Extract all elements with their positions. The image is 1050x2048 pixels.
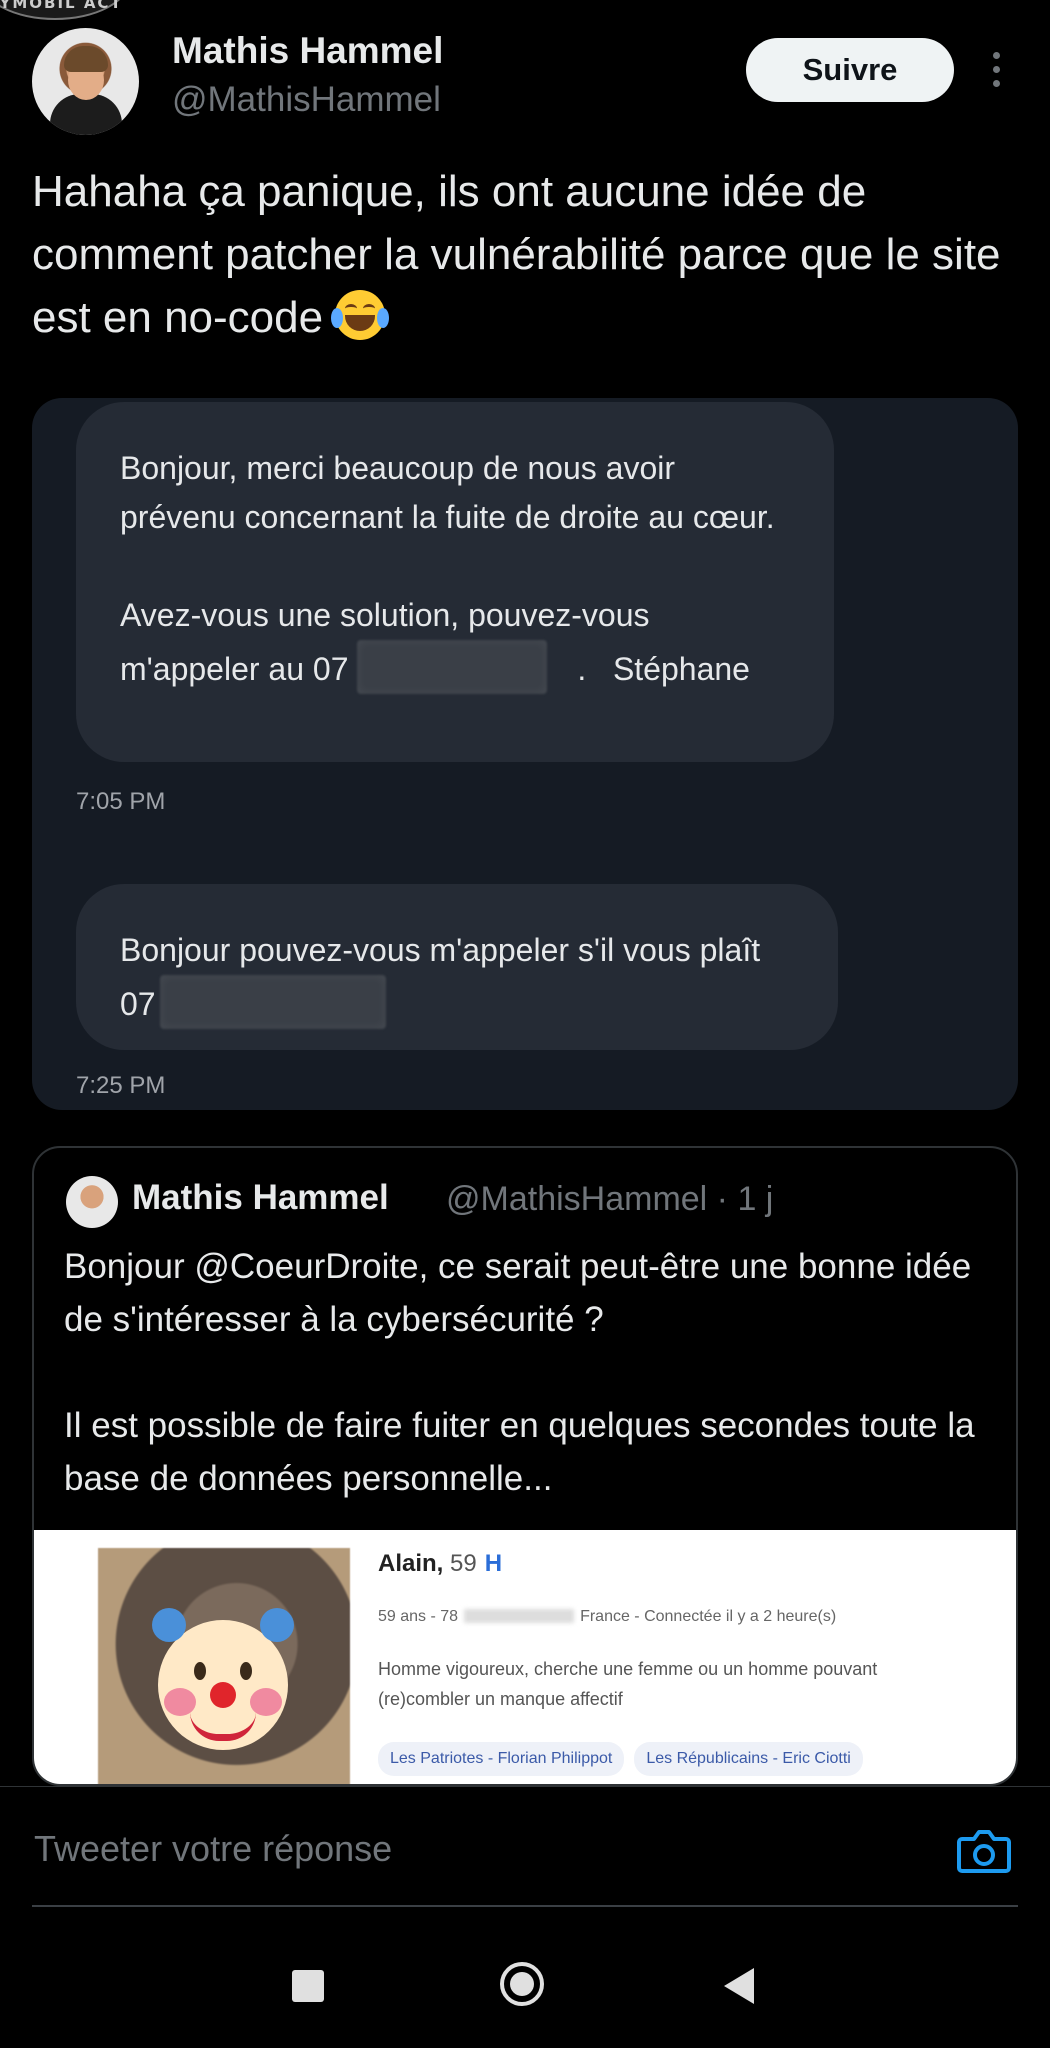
author-name[interactable]: Mathis Hammel xyxy=(172,30,443,72)
author-handle[interactable]: @MathisHammel xyxy=(172,80,441,120)
reply-bar xyxy=(0,1786,1050,1907)
chat-bubble-1: Bonjour, merci beaucoup de nous avoir pr… xyxy=(76,402,834,762)
redacted-phone-2 xyxy=(159,975,386,1029)
reply-input[interactable] xyxy=(32,1823,916,1875)
clown-emoji-icon xyxy=(152,1608,294,1750)
tweet-text: Hahaha ça panique, ils ont aucune idée d… xyxy=(32,160,1022,349)
quote-profile-image[interactable]: Alain, 59 H 59 ans - 78 France - Connectée… xyxy=(34,1530,1016,1784)
quote-meta: @MathisHammel · 1 j xyxy=(446,1180,774,1218)
back-triangle-icon[interactable] xyxy=(724,1968,754,2004)
reply-divider xyxy=(32,1905,1018,1907)
camera-icon[interactable] xyxy=(956,1827,1012,1875)
follow-button[interactable]: Suivre xyxy=(746,38,954,102)
home-circle-icon[interactable] xyxy=(500,1962,544,2006)
chat-bubble-2: Bonjour pouvez-vous m'appeler s'il vous … xyxy=(76,884,838,1050)
tweet-header: Mathis Hammel @MathisHammel Suivre xyxy=(0,0,1050,150)
quote-text: Bonjour @CoeurDroite, ce serait peut-êtr… xyxy=(64,1247,975,1498)
chat-time-2: 7:25 PM xyxy=(76,1072,166,1099)
chat-screenshot-image[interactable]: Bonjour, merci beaucoup de nous avoir pr… xyxy=(32,398,1018,1110)
chat-message-1-signature: . Stéphane xyxy=(577,651,750,687)
profile-tag: Les Patriotes - Florian Philippot xyxy=(378,1742,625,1776)
recents-square-icon[interactable] xyxy=(292,1970,324,2002)
quoted-tweet[interactable]: Mathis Hammel @MathisHammel · 1 j Bonjou… xyxy=(32,1146,1018,1786)
quote-author-avatar xyxy=(66,1176,118,1228)
quote-author-name: Mathis Hammel xyxy=(132,1178,389,1217)
redacted-phone-1 xyxy=(357,640,548,694)
author-avatar[interactable] xyxy=(32,28,139,135)
tears-of-joy-emoji-icon xyxy=(331,290,390,340)
tweet-text-content: Hahaha ça panique, ils ont aucune idée d… xyxy=(32,167,1013,342)
more-options-icon[interactable] xyxy=(990,52,1002,92)
profile-name: Alain, 59 H xyxy=(378,1550,503,1577)
profile-meta: 59 ans - 78 France - Connectée il y a 2 h… xyxy=(378,1608,837,1625)
profile-tag: Les Républicains - Eric Ciotti xyxy=(634,1742,863,1776)
profile-tags: Les Patriotes - Florian Philippot Les Ré… xyxy=(378,1742,863,1776)
chat-time-1: 7:05 PM xyxy=(76,788,166,815)
profile-bio: Homme vigoureux, cherche une femme ou un… xyxy=(378,1659,878,1709)
